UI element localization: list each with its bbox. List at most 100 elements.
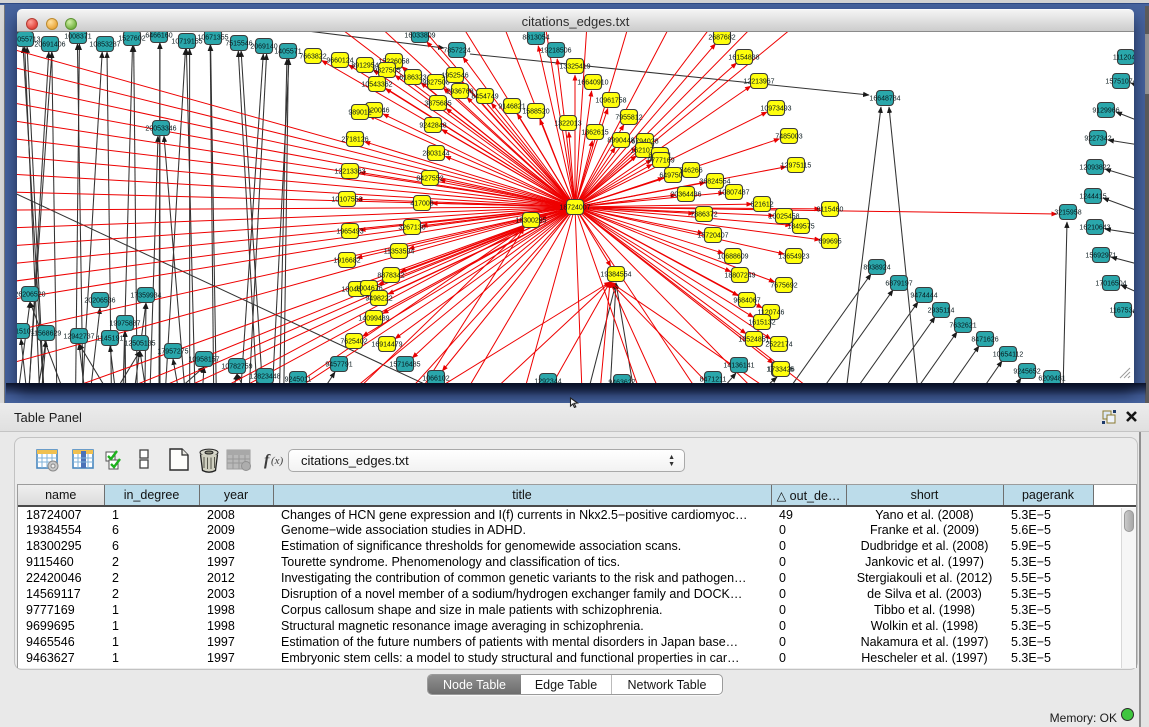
svg-text:7632621: 7632621 bbox=[949, 322, 976, 329]
svg-text:1167534: 1167534 bbox=[1110, 307, 1134, 314]
svg-text:19975887: 19975887 bbox=[109, 320, 140, 327]
svg-text:13654923: 13654923 bbox=[778, 253, 809, 260]
svg-text:699695: 699695 bbox=[818, 238, 841, 245]
svg-text:16210643: 16210643 bbox=[1079, 224, 1110, 231]
svg-text:2935114: 2935114 bbox=[928, 307, 955, 314]
svg-text:20691406: 20691406 bbox=[34, 41, 65, 48]
svg-text:f: f bbox=[264, 452, 271, 469]
svg-text:3875685: 3875685 bbox=[424, 100, 451, 107]
svg-text:1952546: 1952546 bbox=[441, 72, 468, 79]
svg-text:9327505: 9327505 bbox=[373, 67, 400, 74]
svg-text:17957275: 17957275 bbox=[157, 348, 188, 355]
svg-text:7955812: 7955812 bbox=[615, 114, 642, 121]
svg-text:8878342: 8878342 bbox=[377, 272, 404, 279]
svg-text:10853287: 10853287 bbox=[89, 41, 120, 48]
svg-text:1292344: 1292344 bbox=[534, 378, 561, 383]
svg-text:9242848: 9242848 bbox=[419, 122, 446, 129]
svg-text:1112043: 1112043 bbox=[1113, 54, 1134, 61]
svg-text:1066102: 1066102 bbox=[422, 375, 449, 382]
svg-text:15720407: 15720407 bbox=[697, 232, 728, 239]
svg-text:15716485: 15716485 bbox=[389, 361, 420, 368]
svg-text:10958157: 10958157 bbox=[188, 356, 219, 363]
svg-text:8454749: 8454749 bbox=[471, 93, 498, 100]
svg-text:10654112: 10654112 bbox=[993, 351, 1024, 358]
svg-text:7515546: 7515546 bbox=[225, 40, 252, 47]
svg-text:621612: 621612 bbox=[750, 201, 773, 208]
svg-text:18724007: 18724007 bbox=[559, 204, 590, 211]
svg-text:15751074: 15751074 bbox=[1105, 78, 1134, 85]
svg-text:1965493: 1965493 bbox=[336, 228, 363, 235]
svg-text:14136141: 14136141 bbox=[723, 362, 754, 369]
svg-text:20053346: 20053346 bbox=[145, 125, 176, 132]
svg-text:18300295: 18300295 bbox=[515, 217, 546, 224]
svg-text:9115460: 9115460 bbox=[817, 206, 844, 213]
svg-text:2803144: 2803144 bbox=[422, 150, 449, 157]
svg-text:9498222: 9498222 bbox=[365, 295, 392, 302]
svg-text:14099489: 14099489 bbox=[358, 315, 389, 322]
svg-text:9245652: 9245652 bbox=[1013, 368, 1040, 375]
svg-text:1849575: 1849575 bbox=[787, 223, 814, 230]
svg-text:10688609: 10688609 bbox=[717, 253, 748, 260]
svg-text:20364436: 20364436 bbox=[670, 191, 701, 198]
svg-text:7625402: 7625402 bbox=[340, 338, 367, 345]
svg-text:2718126: 2718126 bbox=[341, 136, 368, 143]
svg-text:6879197: 6879197 bbox=[885, 280, 912, 287]
svg-text:1916682: 1916682 bbox=[333, 257, 360, 264]
svg-text:17016504: 17016504 bbox=[1095, 280, 1126, 287]
svg-text:7857224: 7857224 bbox=[443, 47, 470, 54]
svg-text:746266: 746266 bbox=[679, 167, 702, 174]
svg-text:36824554: 36824554 bbox=[699, 178, 730, 185]
svg-text:20206536: 20206536 bbox=[84, 297, 115, 304]
svg-text:417006: 417006 bbox=[410, 200, 433, 207]
svg-text:16648784: 16648784 bbox=[869, 95, 900, 102]
svg-text:16033809: 16033809 bbox=[404, 32, 435, 39]
svg-text:9463627: 9463627 bbox=[608, 379, 635, 383]
svg-text:26206520: 26206520 bbox=[17, 291, 46, 298]
svg-text:19384554: 19384554 bbox=[600, 271, 631, 278]
svg-text:1244415: 1244415 bbox=[1079, 193, 1106, 200]
svg-text:10543362: 10543362 bbox=[361, 81, 392, 88]
svg-text:10961758: 10961758 bbox=[595, 97, 626, 104]
svg-text:9474444: 9474444 bbox=[910, 292, 937, 299]
svg-text:8471626: 8471626 bbox=[971, 336, 998, 343]
svg-text:1362615: 1362615 bbox=[581, 129, 608, 136]
svg-text:12942737: 12942737 bbox=[63, 333, 94, 340]
svg-text:2687682: 2687682 bbox=[708, 34, 735, 41]
svg-text:7675692: 7675692 bbox=[770, 282, 797, 289]
svg-text:1322013: 1322013 bbox=[554, 120, 581, 127]
svg-text:10107553: 10107553 bbox=[331, 196, 362, 203]
svg-text:9777169: 9777169 bbox=[647, 157, 674, 164]
svg-text:12213363: 12213363 bbox=[334, 168, 365, 175]
svg-text:3267130: 3267130 bbox=[398, 224, 425, 231]
svg-text:10671355: 10671355 bbox=[197, 34, 228, 41]
svg-text:9227342: 9227342 bbox=[1084, 135, 1111, 142]
svg-text:3215958: 3215958 bbox=[1054, 209, 1081, 216]
svg-text:989012: 989012 bbox=[348, 109, 371, 116]
svg-text:7485003: 7485003 bbox=[775, 133, 802, 140]
svg-text:9327508: 9327508 bbox=[422, 79, 449, 86]
svg-text:12505135: 12505135 bbox=[124, 340, 155, 347]
svg-text:1405571: 1405571 bbox=[274, 48, 301, 55]
svg-text:1145191: 1145191 bbox=[97, 335, 124, 342]
svg-text:2522174: 2522174 bbox=[765, 341, 792, 348]
svg-text:1527602: 1527602 bbox=[118, 35, 145, 42]
svg-text:(x): (x) bbox=[271, 455, 284, 467]
svg-text:9245011: 9245011 bbox=[285, 376, 312, 383]
svg-text:12823448: 12823448 bbox=[249, 373, 280, 380]
svg-text:11353594: 11353594 bbox=[384, 248, 415, 255]
svg-text:2936768: 2936768 bbox=[446, 88, 473, 95]
svg-text:6466160: 6466160 bbox=[145, 32, 172, 39]
svg-text:9457791: 9457791 bbox=[325, 361, 352, 368]
svg-text:12213967: 12213967 bbox=[743, 78, 774, 85]
svg-text:9129966: 9129966 bbox=[1092, 107, 1119, 114]
svg-text:12093822: 12093822 bbox=[1079, 164, 1110, 171]
svg-text:9660124: 9660124 bbox=[326, 57, 353, 64]
svg-text:1733426: 1733426 bbox=[767, 366, 794, 373]
svg-text:1588520: 1588520 bbox=[522, 108, 549, 115]
svg-text:15692971: 15692971 bbox=[1085, 252, 1116, 259]
svg-text:8471211: 8471211 bbox=[700, 376, 727, 383]
svg-text:16914479: 16914479 bbox=[371, 341, 402, 348]
svg-text:8427552: 8427552 bbox=[416, 175, 443, 182]
svg-text:16154838: 16154838 bbox=[728, 54, 759, 61]
svg-text:10973493: 10973493 bbox=[760, 105, 791, 112]
